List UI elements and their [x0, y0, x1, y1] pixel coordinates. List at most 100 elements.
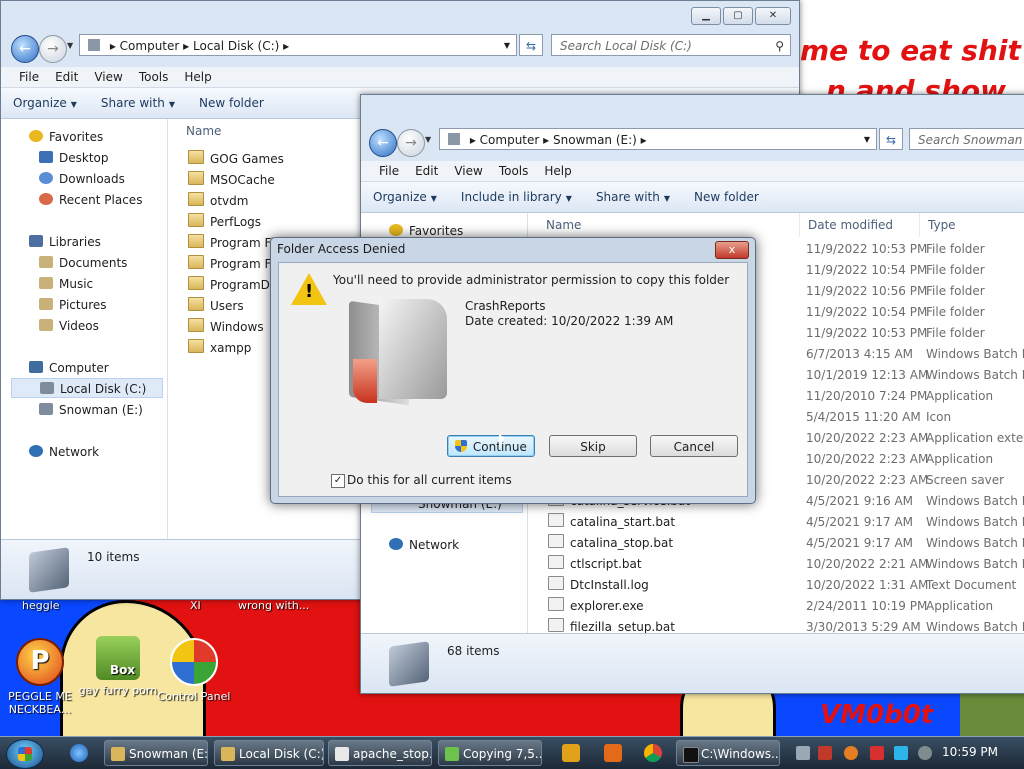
list-item[interactable]: Windows: [188, 317, 264, 338]
include-in-library-button[interactable]: Include in library ▼: [461, 190, 572, 204]
breadcrumb-computer[interactable]: Computer: [120, 39, 180, 53]
list-item[interactable]: MSOCache: [188, 170, 275, 191]
file-row-name[interactable]: explorer.exe: [548, 596, 644, 617]
refresh-button[interactable]: ⇆: [879, 128, 903, 150]
menu-file[interactable]: File: [11, 67, 47, 87]
all-items-checkbox-label[interactable]: Do this for all current items: [347, 473, 512, 487]
nav-computer[interactable]: Computer: [29, 358, 109, 378]
menu-view[interactable]: View: [446, 161, 490, 181]
desktop-label-heggle[interactable]: heggle: [22, 599, 60, 612]
nav-music[interactable]: Music: [39, 274, 93, 294]
organize-button[interactable]: Organize ▼: [373, 190, 437, 204]
recent-pages-chevron-icon[interactable]: ▼: [67, 41, 73, 50]
list-item[interactable]: Users: [188, 296, 244, 317]
media-player-icon[interactable]: [562, 744, 580, 762]
file-row-name[interactable]: catalina_start.bat: [548, 512, 675, 533]
forward-button[interactable]: →: [397, 129, 425, 157]
breadcrumb-snowman[interactable]: Snowman (E:): [553, 133, 637, 147]
nav-snowman[interactable]: Snowman (E:): [39, 400, 143, 420]
internet-explorer-icon[interactable]: [70, 744, 88, 762]
column-header-name[interactable]: Name: [538, 213, 800, 237]
nav-recent-places[interactable]: Recent Places: [39, 190, 142, 210]
column-header-date-modified[interactable]: Date modified: [800, 213, 920, 237]
minimize-button[interactable]: ▁: [691, 7, 721, 25]
address-bar[interactable]: ▸ Computer ▸ Local Disk (C:) ▸ ▼: [79, 34, 517, 56]
desktop-icon-peggle[interactable]: P PEGGLE ME NECKBEA...: [0, 638, 80, 716]
breadcrumb-computer[interactable]: Computer: [480, 133, 540, 147]
refresh-button[interactable]: ⇆: [519, 34, 543, 56]
tray-antivirus-icon[interactable]: [818, 746, 832, 760]
address-dropdown-icon[interactable]: ▼: [864, 129, 870, 149]
new-folder-button[interactable]: New folder: [694, 190, 759, 204]
nav-downloads[interactable]: Downloads: [39, 169, 125, 189]
list-item[interactable]: otvdm: [188, 191, 248, 212]
new-folder-button[interactable]: New folder: [199, 96, 264, 110]
close-button[interactable]: ✕: [755, 7, 791, 25]
dialog-close-button[interactable]: x: [715, 241, 749, 259]
start-button[interactable]: [6, 739, 44, 769]
nav-videos[interactable]: Videos: [39, 316, 99, 336]
menu-help[interactable]: Help: [176, 67, 219, 87]
file-row-name[interactable]: filezilla_setup.bat: [548, 617, 675, 633]
column-header-type[interactable]: Type: [920, 213, 1024, 237]
back-button[interactable]: ←: [369, 129, 397, 157]
address-bar[interactable]: ▸ Computer ▸ Snowman (E:) ▸ ▼: [439, 128, 877, 150]
desktop-label-wrong[interactable]: wrong with...: [238, 599, 309, 612]
nav-local-disk[interactable]: Local Disk (C:): [11, 378, 163, 398]
file-row-name[interactable]: catalina_stop.bat: [548, 533, 673, 554]
menu-file[interactable]: File: [371, 161, 407, 181]
file-row-name[interactable]: DtcInstall.log: [548, 575, 649, 596]
titlebar[interactable]: ▁ ▢ ✕: [1, 1, 799, 33]
list-item[interactable]: xampp: [188, 338, 251, 359]
nav-network[interactable]: Network: [29, 442, 99, 462]
desktop-label-xi[interactable]: XI: [190, 599, 201, 612]
menu-edit[interactable]: Edit: [407, 161, 446, 181]
file-row-name[interactable]: ctlscript.bat: [548, 554, 642, 575]
tray-volume-icon[interactable]: [918, 746, 932, 760]
skip-button[interactable]: Skip: [549, 435, 637, 457]
folder-access-denied-dialog[interactable]: Folder Access Denied x ! You'll need to …: [270, 237, 756, 504]
share-with-button[interactable]: Share with ▼: [101, 96, 175, 110]
forward-button[interactable]: →: [39, 35, 67, 63]
maximize-button[interactable]: ▢: [723, 7, 753, 25]
desktop-icon-control-panel[interactable]: Control Panel: [154, 638, 234, 703]
nav-network[interactable]: Network: [389, 535, 459, 555]
paint-icon[interactable]: [604, 744, 622, 762]
organize-button[interactable]: Organize ▼: [13, 96, 77, 110]
recent-pages-chevron-icon[interactable]: ▼: [425, 135, 431, 144]
column-header-name[interactable]: Name: [178, 119, 378, 143]
system-clock[interactable]: 10:59 PM: [942, 745, 998, 759]
all-items-checkbox[interactable]: ✓: [331, 474, 345, 488]
nav-libraries[interactable]: Libraries: [29, 232, 101, 252]
nav-documents[interactable]: Documents: [39, 253, 127, 273]
search-input[interactable]: Search Snowman (E:): [909, 128, 1024, 150]
share-with-button[interactable]: Share with ▼: [596, 190, 670, 204]
menu-edit[interactable]: Edit: [47, 67, 86, 87]
tray-app-icon[interactable]: [796, 746, 810, 760]
chrome-icon[interactable]: [644, 744, 662, 762]
nav-favorites[interactable]: Favorites: [29, 127, 103, 147]
desktop-icon-box[interactable]: Box gay furry porn: [78, 636, 158, 697]
tray-network-icon[interactable]: [894, 746, 908, 760]
search-input[interactable]: Search Local Disk (C:) ⚲: [551, 34, 791, 56]
continue-button[interactable]: Continue: [447, 435, 535, 457]
menu-view[interactable]: View: [86, 67, 130, 87]
tray-search-icon[interactable]: [844, 746, 858, 760]
list-item[interactable]: GOG Games: [188, 149, 284, 170]
address-dropdown-icon[interactable]: ▼: [504, 35, 510, 55]
tray-flag-icon[interactable]: [870, 746, 884, 760]
menu-tools[interactable]: Tools: [131, 67, 177, 87]
taskbar-item-apache-stop[interactable]: apache_stop...: [328, 740, 432, 766]
breadcrumb-local-disk[interactable]: Local Disk (C:): [193, 39, 279, 53]
cancel-button[interactable]: Cancel: [650, 435, 738, 457]
nav-pictures[interactable]: Pictures: [39, 295, 107, 315]
menu-help[interactable]: Help: [536, 161, 579, 181]
taskbar-item-copying[interactable]: Copying 7,5...: [438, 740, 542, 766]
menu-tools[interactable]: Tools: [491, 161, 537, 181]
taskbar-item-snowman[interactable]: Snowman (E:): [104, 740, 208, 766]
taskbar-item-cmd[interactable]: C:\Windows...: [676, 740, 780, 766]
back-button[interactable]: ←: [11, 35, 39, 63]
list-item[interactable]: PerfLogs: [188, 212, 261, 233]
search-icon[interactable]: ⚲: [775, 35, 784, 55]
taskbar-item-local-disk[interactable]: Local Disk (C:): [214, 740, 324, 766]
